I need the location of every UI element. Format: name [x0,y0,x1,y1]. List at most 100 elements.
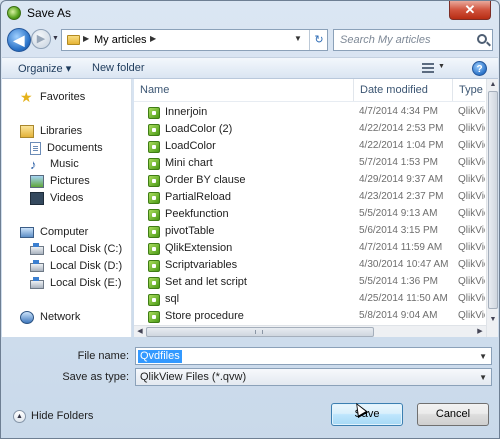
file-row[interactable]: sql 4/25/2014 11:50 AM QlikVie [134,291,485,308]
file-list: Name Date modified Type Innerjoin 4/7/201… [134,79,498,337]
scroll-down-icon[interactable]: ▼ [487,314,499,325]
file-row[interactable]: LoadColor (2) 4/22/2014 2:53 PM QlikVie [134,121,485,138]
sidebar-item-disk-d[interactable]: Local Disk (D:) [30,258,122,274]
breadcrumb-my-articles[interactable]: My articles [94,34,147,46]
file-date: 4/29/2014 9:37 AM [359,174,443,185]
sidebar-item-libraries[interactable]: Libraries [20,123,82,139]
file-name-field[interactable]: Qvdfiles ▼ [135,347,492,365]
vertical-scrollbar[interactable]: ▲ ▼ [486,79,498,337]
address-dropdown-icon[interactable]: ▼ [294,34,302,43]
file-name: sql [165,293,180,305]
file-type: QlikVie [458,174,485,185]
sidebar-item-favorites[interactable]: ★ Favorites [20,89,85,105]
column-header-date[interactable]: Date modified [354,79,453,101]
forward-button[interactable]: ▶ [31,29,51,49]
help-icon[interactable]: ? [472,61,487,76]
sidebar-item-disk-c[interactable]: Local Disk (C:) [30,241,122,257]
sidebar-item-label: Computer [40,226,89,238]
sidebar-item-label: Videos [50,192,84,204]
sidebar-item-documents[interactable]: Documents [30,140,103,156]
save-type-value: QlikView Files (*.qvw) [140,371,247,383]
qlikview-file-icon [148,277,160,289]
header-divider [134,101,485,102]
save-as-type-select[interactable]: QlikView Files (*.qvw) ▼ [135,368,492,386]
file-name: Store procedure [165,310,244,322]
close-button[interactable]: ✕ [449,1,491,20]
file-row[interactable]: LoadColor 4/22/2014 1:04 PM QlikVie [134,138,485,155]
scroll-up-icon[interactable]: ▲ [487,79,499,90]
sidebar-item-music[interactable]: ♪ Music [30,156,79,172]
file-row[interactable]: Set and let script 5/5/2014 1:36 PM QlikVi… [134,274,485,291]
change-view-icon[interactable] [422,63,434,73]
file-row[interactable]: Store procedure 5/8/2014 9:04 AM QlikVie [134,308,485,325]
qlikview-file-icon [148,158,160,170]
qlikview-file-icon [148,243,160,255]
address-bar[interactable]: ▶ My articles ▶ ▼ ↻ [61,29,328,51]
sidebar-item-label: Pictures [50,175,90,187]
file-row[interactable]: PartialReload 4/23/2014 2:37 PM QlikVie [134,189,485,206]
file-row[interactable]: Peekfunction 5/5/2014 9:13 AM QlikVie [134,206,485,223]
window-title: Save As [27,6,72,20]
sidebar-item-network[interactable]: Network [20,309,80,325]
computer-icon [20,226,34,238]
scroll-right-icon[interactable]: ▶ [474,326,486,337]
sidebar-item-label: Local Disk (C:) [50,243,123,255]
save-button[interactable]: Save [331,403,403,426]
sidebar-item-label: Network [40,311,81,323]
file-type: QlikVie [458,225,485,236]
sidebar-item-videos[interactable]: Videos [30,190,83,206]
scroll-left-icon[interactable]: ◀ [134,326,146,337]
refresh-icon[interactable]: ↻ [309,30,328,50]
local-disk-icon [30,277,44,289]
file-date: 5/5/2014 9:13 AM [359,208,438,219]
save-form: File name: Qvdfiles ▼ Save as type: Qlik… [1,339,499,391]
organize-menu[interactable]: Organize ▾ [18,62,71,75]
file-row[interactable]: Innerjoin 4/7/2014 4:34 PM QlikVie [134,104,485,121]
file-date: 5/8/2014 9:04 AM [359,310,438,321]
qlikview-file-icon [148,260,160,272]
file-name: Mini chart [165,157,213,169]
breadcrumb-chevron-icon[interactable]: ▶ [83,34,89,43]
collapse-chevron-icon[interactable]: ▲ [13,410,26,423]
column-header-name[interactable]: Name [134,79,354,101]
documents-icon [30,141,41,155]
view-dropdown-icon[interactable]: ▼ [438,63,445,70]
file-row[interactable]: Mini chart 5/7/2014 1:53 PM QlikVie [134,155,485,172]
column-header-type[interactable]: Type [453,79,486,101]
breadcrumb-chevron-icon[interactable]: ▶ [150,34,156,43]
sidebar-item-computer[interactable]: Computer [20,224,88,240]
music-icon: ♪ [30,156,37,172]
file-date: 5/5/2014 1:36 PM [359,276,438,287]
qlikview-file-icon [148,141,160,153]
save-type-label: Save as type: [62,371,129,383]
file-date: 4/30/2014 10:47 AM [359,259,449,270]
horizontal-scrollbar[interactable]: ◀ ▶ [134,325,486,337]
file-type: QlikVie [458,293,485,304]
file-name: pivotTable [165,225,215,237]
pictures-icon [30,174,44,188]
back-button[interactable]: ◀ [7,28,31,52]
hide-folders-button[interactable]: Hide Folders [31,410,93,422]
sidebar-item-label: Local Disk (E:) [50,277,122,289]
file-row[interactable]: pivotTable 5/6/2014 3:15 PM QlikVie [134,223,485,240]
file-row[interactable]: Order BY clause 4/29/2014 9:37 AM QlikVie [134,172,485,189]
file-type: QlikVie [458,310,485,321]
save-type-dropdown-icon[interactable]: ▼ [479,373,487,382]
file-name-value: Qvdfiles [138,350,182,363]
sidebar-item-pictures[interactable]: Pictures [30,173,90,189]
file-row[interactable]: Scriptvariables 4/30/2014 10:47 AM QlikVie [134,257,485,274]
vertical-scroll-thumb[interactable] [488,91,498,309]
search-icon[interactable] [477,34,487,44]
sidebar-item-label: Music [50,158,79,170]
qlikview-app-icon [7,6,21,20]
new-folder-button[interactable]: New folder [92,62,145,74]
videos-icon [30,191,44,205]
sidebar-item-disk-e[interactable]: Local Disk (E:) [30,275,122,291]
horizontal-scroll-thumb[interactable] [146,327,374,337]
recent-locations-arrow-icon[interactable]: ▼ [52,35,59,42]
qlikview-file-icon [148,175,160,187]
file-row[interactable]: QlikExtension 4/7/2014 11:59 AM QlikVie [134,240,485,257]
file-name-dropdown-icon[interactable]: ▼ [479,352,487,361]
search-input[interactable]: Search My articles [333,29,493,51]
cancel-button[interactable]: Cancel [417,403,489,426]
